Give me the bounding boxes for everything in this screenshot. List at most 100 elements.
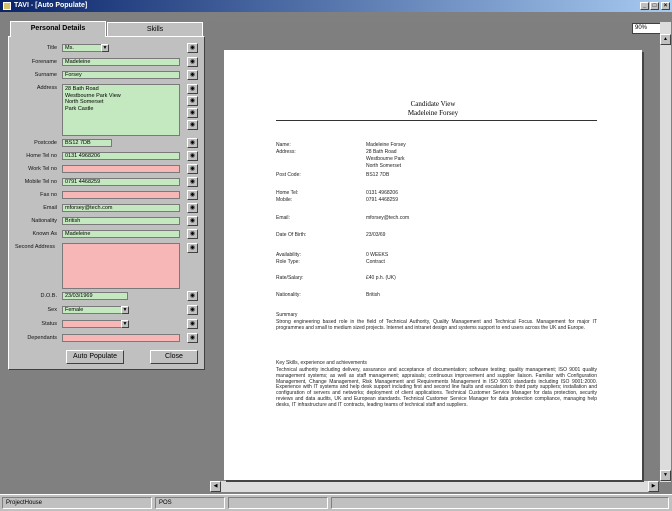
address-line: Park Castle (65, 105, 94, 112)
scroll-left-icon[interactable]: ◀ (210, 481, 221, 492)
search-icon[interactable]: ◉ (187, 138, 198, 148)
second-address-label: Second Address (14, 244, 55, 250)
doc-value: 0131 4968206 (366, 190, 398, 196)
minimize-icon[interactable]: _ (640, 2, 649, 10)
fax-field[interactable] (62, 191, 180, 199)
experience-text: Technical authority including delivery, … (276, 367, 597, 408)
known-as-field[interactable]: Madeleine (62, 230, 180, 238)
search-icon[interactable]: ◉ (187, 190, 198, 200)
doc-label: Nationality: (276, 292, 301, 298)
address-label: Address (36, 85, 57, 91)
status-panel (331, 497, 669, 509)
status-left: ProjectHouse (2, 497, 152, 509)
tab-personal-details[interactable]: Personal Details (10, 21, 106, 37)
postcode-label: Postcode (34, 140, 57, 146)
status-bar: ProjectHouse POS (0, 494, 672, 511)
search-icon[interactable]: ◉ (187, 151, 198, 161)
doc-value: mforsey@tech.com (366, 215, 410, 221)
doc-value: £40 p.h. (UK) (366, 275, 396, 281)
search-icon[interactable]: ◉ (187, 120, 198, 130)
search-icon[interactable]: ◉ (187, 57, 198, 67)
divider (276, 120, 597, 121)
nationality-label: Nationality (31, 218, 57, 224)
email-field[interactable]: mforsey@tech.com (62, 204, 180, 212)
search-icon[interactable]: ◉ (187, 305, 198, 315)
close-button[interactable]: Close (150, 350, 198, 364)
work-tel-field[interactable] (62, 165, 180, 173)
search-icon[interactable]: ◉ (187, 84, 198, 94)
nationality-field[interactable]: British (62, 217, 180, 225)
search-icon[interactable]: ◉ (187, 333, 198, 343)
doc-label: Availability: (276, 252, 301, 258)
scroll-up-icon[interactable]: ▲ (660, 34, 671, 45)
email-label: Email (43, 205, 57, 211)
status-panel (228, 497, 328, 509)
chevron-down-icon[interactable]: ▼ (121, 306, 129, 314)
title-label: Title (46, 45, 57, 51)
doc-label: Date Of Birth: (276, 232, 307, 238)
surname-field[interactable]: Forsey (62, 71, 180, 79)
app-icon (3, 2, 11, 10)
dob-field[interactable]: 23/03/1969 (62, 292, 128, 300)
postcode-field[interactable]: BS12 7DB (62, 139, 112, 147)
search-icon[interactable]: ◉ (187, 164, 198, 174)
doc-value: Madeleine Forsey (366, 142, 406, 148)
search-icon[interactable]: ◉ (187, 319, 198, 329)
search-icon[interactable]: ◉ (187, 177, 198, 187)
experience-heading: Key Skills, experience and achievements (276, 360, 367, 366)
search-icon[interactable]: ◉ (187, 216, 198, 226)
dob-label: D.O.B. (40, 293, 57, 299)
doc-label: Email: (276, 215, 290, 221)
scroll-right-icon[interactable]: ▶ (648, 481, 659, 492)
search-icon[interactable]: ◉ (187, 229, 198, 239)
vertical-scrollbar[interactable]: ▲ ▼ (660, 22, 671, 482)
home-tel-label: Home Tel no (26, 153, 57, 159)
chevron-down-icon[interactable]: ▼ (121, 320, 129, 328)
mobile-tel-field[interactable]: 0791 4468259 (62, 178, 180, 186)
doc-value: British (366, 292, 380, 298)
known-as-label: Known As (32, 231, 57, 237)
title-bar: TAVI - [Auto Populate] _ □ × (0, 0, 672, 12)
doc-label: Home Tel: (276, 190, 299, 196)
doc-value: Westbourne Park (366, 156, 405, 162)
document-title: Candidate View (410, 100, 456, 108)
sex-select[interactable]: Female (62, 306, 128, 314)
fax-label: Fax no (40, 192, 57, 198)
doc-label: Mobile: (276, 197, 293, 203)
doc-value: 28 Bath Road (366, 149, 397, 155)
second-address-field[interactable] (62, 243, 180, 289)
dependants-field[interactable] (62, 334, 180, 342)
close-icon[interactable]: × (661, 2, 670, 10)
doc-value: North Somerset (366, 163, 402, 169)
forename-field[interactable]: Madeleine (62, 58, 180, 66)
doc-label: Address: (276, 149, 296, 155)
status-select[interactable] (62, 320, 128, 328)
doc-label: Rate/Salary: (276, 275, 304, 281)
search-icon[interactable]: ◉ (187, 291, 198, 301)
search-icon[interactable]: ◉ (187, 43, 198, 53)
maximize-icon[interactable]: □ (650, 2, 659, 10)
chevron-down-icon[interactable]: ▼ (101, 44, 109, 52)
auto-populate-button[interactable]: Auto Populate (66, 350, 124, 364)
document-page: Candidate View Madeleine Forsey Name: Ma… (224, 50, 642, 480)
scroll-down-icon[interactable]: ▼ (660, 470, 671, 481)
surname-label: Surname (34, 72, 57, 78)
status-label: Status (41, 321, 57, 327)
search-icon[interactable]: ◉ (187, 108, 198, 118)
home-tel-field[interactable]: 0131 4968206 (62, 152, 180, 160)
doc-value: 23/03/69 (366, 232, 386, 238)
document-subtitle: Madeleine Forsey (407, 109, 459, 117)
doc-value: Contract (366, 259, 385, 265)
doc-value: BS12 7DB (366, 172, 390, 178)
address-field[interactable]: 28 Bath Road Westbourne Park View North … (62, 84, 180, 136)
doc-value: 0791 4468259 (366, 197, 398, 203)
summary-heading: Summary (276, 312, 298, 318)
search-icon[interactable]: ◉ (187, 96, 198, 106)
search-icon[interactable]: ◉ (187, 70, 198, 80)
search-icon[interactable]: ◉ (187, 203, 198, 213)
window-title: TAVI - [Auto Populate] (14, 2, 88, 9)
doc-label: Role Type: (276, 259, 300, 265)
horizontal-scrollbar[interactable]: ◀ ▶ (210, 481, 659, 492)
search-icon[interactable]: ◉ (187, 243, 198, 253)
tab-skills[interactable]: Skills (107, 22, 203, 36)
